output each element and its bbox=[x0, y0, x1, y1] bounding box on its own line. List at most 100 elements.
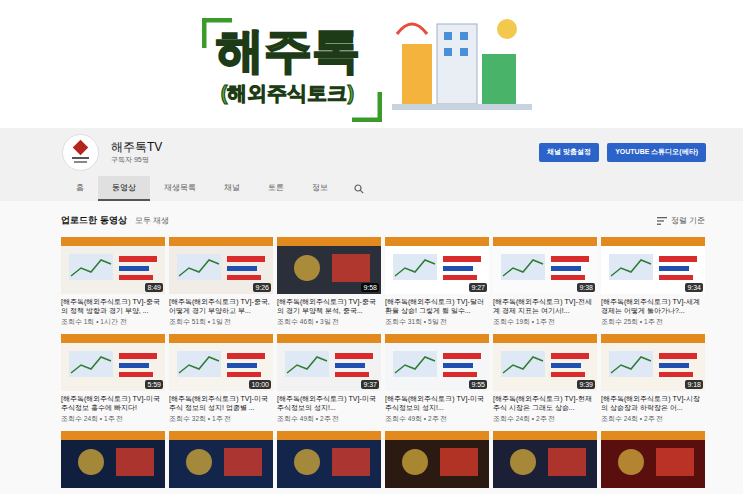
video-thumbnail[interactable]: 9:18 bbox=[601, 334, 705, 391]
video-card[interactable]: 9:37[해주톡(해외주식토크) TV]-미국주식정보의 성지!...조회수 4… bbox=[277, 334, 381, 423]
video-duration: 9:26 bbox=[253, 283, 271, 292]
thumbnail-strip bbox=[385, 237, 489, 246]
video-card[interactable]: 9:26 [해주톡(해외주식토크) TV]-중국, 어떻게 경기 부양하고 부..… bbox=[169, 237, 273, 326]
video-duration: 9:58 bbox=[361, 283, 379, 292]
video-thumbnail[interactable]: 9:34 bbox=[601, 237, 705, 294]
channel-text: 해주톡TV구독자 95명 bbox=[111, 140, 162, 165]
thumbnail-art-icon bbox=[277, 440, 381, 488]
video-card[interactable]: 5:59[해주톡(해외주식토크) TV]-미국주식정보 홍수에 빠지다!조회수 … bbox=[61, 334, 165, 423]
banner-illustration-icon bbox=[382, 4, 542, 124]
channel-name[interactable]: 해주톡TV bbox=[111, 140, 162, 155]
video-thumbnail[interactable]: 5:59 bbox=[61, 334, 165, 391]
video-card[interactable]: 9:38 [해주톡(해외주식토크) TV]-전세계 경제 지표는 여기서!... 조… bbox=[493, 237, 597, 326]
video-title[interactable]: [해주톡(해외주식토크) TV]-중국의 경기 부양책 분석, 중국... bbox=[277, 297, 381, 315]
video-thumbnail[interactable] bbox=[385, 431, 489, 488]
thumbnail-strip bbox=[61, 431, 165, 440]
video-title[interactable]: [해주톡(해외주식토크) TV]-중국의 정책 방향과 경기 부양, ... bbox=[61, 297, 165, 315]
video-meta: 조회수 1회 • 1시간 전 bbox=[61, 317, 165, 326]
video-title[interactable]: [해주톡(해외주식토크) TV]-시장의 상승장과 하락장은 어... bbox=[601, 394, 705, 412]
thumbnail-strip bbox=[601, 237, 705, 246]
video-title[interactable]: [해주톡(해외주식토크) TV]-미국주식정보 홍수에 빠지다! bbox=[61, 394, 165, 412]
video-thumbnail[interactable] bbox=[493, 431, 597, 488]
search-tab[interactable] bbox=[342, 176, 376, 201]
channel-tabs: 홈동영상재생목록채널토론정보 bbox=[0, 176, 743, 201]
video-thumbnail[interactable] bbox=[169, 431, 273, 488]
channel-banner: 해주톡(해외주식토크) bbox=[0, 0, 743, 128]
thumbnail-art-icon bbox=[385, 440, 489, 488]
video-duration: 9:27 bbox=[469, 283, 487, 292]
video-thumbnail[interactable]: 9:55 bbox=[385, 334, 489, 391]
video-card[interactable]: 9:39 [해주톡(해외주식토크) TV]-현재 주식 시장은 그래도 상승...… bbox=[493, 334, 597, 423]
video-thumbnail[interactable] bbox=[61, 431, 165, 488]
thumbnail-strip bbox=[277, 334, 381, 343]
video-duration: 9:38 bbox=[577, 283, 595, 292]
thumbnail-strip bbox=[169, 334, 273, 343]
video-card[interactable] bbox=[169, 431, 273, 488]
channel-button[interactable]: 채널 맞춤설정 bbox=[539, 143, 599, 162]
sort-icon bbox=[657, 217, 667, 225]
channel-tab[interactable]: 토론 bbox=[254, 176, 298, 201]
youtube-channel-page: 해주톡(해외주식토크) 해주톡TV구독자 95명 채널 맞춤설정 YOUTUBE 스튜… bbox=[0, 0, 743, 494]
video-title[interactable]: [해주톡(해외주식토크) TV]-현재 주식 시장은 그래도 상승... bbox=[493, 394, 597, 412]
video-title[interactable]: [해주톡(해외주식토크) TV]-미국주식정보의 성지!... bbox=[277, 394, 381, 412]
video-meta: 조회수 31회 • 5일 전 bbox=[385, 317, 489, 326]
thumbnail-strip bbox=[61, 334, 165, 343]
video-card[interactable]: 9:27 [해주톡(해외주식토크) TV]-달러환율 상승! 그렇게 될 일수..… bbox=[385, 237, 489, 326]
video-card[interactable]: 10:00 [해주톡(해외주식토크) TV]-미국주식 정보의 성지! 업종별 .… bbox=[169, 334, 273, 423]
video-meta: 조회수 49회 • 2주 전 bbox=[385, 414, 489, 423]
video-title[interactable]: [해주톡(해외주식토크) TV]-미국주식정보의 성지!... bbox=[385, 394, 489, 412]
video-meta: 조회수 19회 • 1주 전 bbox=[493, 317, 597, 326]
video-card[interactable]: 9:58 [해주톡(해외주식토크) TV]-중국의 경기 부양책 분석, 중국..… bbox=[277, 237, 381, 326]
video-title[interactable]: [해주톡(해외주식토크) TV]-달러환율 상승! 그렇게 될 일수... bbox=[385, 297, 489, 315]
thumbnail-art-icon bbox=[61, 440, 165, 488]
video-thumbnail[interactable]: 9:27 bbox=[385, 237, 489, 294]
thumbnail-strip bbox=[493, 431, 597, 440]
channel-tab[interactable]: 정보 bbox=[298, 176, 342, 201]
thumbnail-strip bbox=[169, 431, 273, 440]
video-card[interactable] bbox=[493, 431, 597, 488]
video-meta: 조회수 46회 • 3일 전 bbox=[277, 317, 381, 326]
video-thumbnail[interactable] bbox=[601, 431, 705, 488]
channel-tab[interactable]: 동영상 bbox=[98, 176, 150, 201]
video-thumbnail[interactable]: 9:38 bbox=[493, 237, 597, 294]
sort-button[interactable]: 정렬 기준 bbox=[657, 215, 705, 227]
video-title[interactable]: [해주톡(해외주식토크) TV]-미국주식 정보의 성지! 업종별 ... bbox=[169, 394, 273, 412]
video-card[interactable]: 9:55 [해주톡(해외주식토크) TV]-미국주식정보의 성지!... 조회수 4… bbox=[385, 334, 489, 423]
video-title[interactable]: [해주톡(해외주식토크) TV]-중국, 어떻게 경기 부양하고 부... bbox=[169, 297, 273, 315]
video-thumbnail[interactable]: 8:49 bbox=[61, 237, 165, 294]
channel-tab[interactable]: 채널 bbox=[210, 176, 254, 201]
thumbnail-art-icon bbox=[601, 440, 705, 488]
thumbnail-strip bbox=[277, 237, 381, 246]
thumbnail-strip bbox=[61, 237, 165, 246]
video-thumbnail[interactable]: 9:58 bbox=[277, 237, 381, 294]
search-icon[interactable] bbox=[354, 184, 364, 194]
section-header: 업로드한 동영상 모두 재생 정렬 기준 bbox=[61, 213, 705, 229]
channel-tab[interactable]: 홈 bbox=[62, 176, 98, 201]
video-card[interactable] bbox=[385, 431, 489, 488]
video-card[interactable]: 9:34 [해주톡(해외주식토크) TV]-세계 경제는 어떻게 돌아가나?...… bbox=[601, 237, 705, 326]
thumbnail-art-icon bbox=[493, 440, 597, 488]
video-thumbnail[interactable]: 10:00 bbox=[169, 334, 273, 391]
video-title[interactable]: [해주톡(해외주식토크) TV]-세계 경제는 어떻게 돌아가나?... bbox=[601, 297, 705, 315]
video-card[interactable] bbox=[61, 431, 165, 488]
video-card[interactable] bbox=[601, 431, 705, 488]
video-thumbnail[interactable] bbox=[277, 431, 381, 488]
channel-tab[interactable]: 재생목록 bbox=[150, 176, 210, 201]
video-duration: 9:37 bbox=[361, 380, 379, 389]
channel-avatar-icon[interactable] bbox=[62, 134, 99, 171]
play-all-button[interactable]: 모두 재생 bbox=[135, 215, 169, 227]
video-card[interactable]: 9:18[해주톡(해외주식토크) TV]-시장의 상승장과 하락장은 어...조… bbox=[601, 334, 705, 423]
video-title[interactable]: [해주톡(해외주식토크) TV]-전세계 경제 지표는 여기서!... bbox=[493, 297, 597, 315]
video-thumbnail[interactable]: 9:26 bbox=[169, 237, 273, 294]
thumbnail-strip bbox=[601, 334, 705, 343]
channel-button[interactable]: YOUTUBE 스튜디오(베타) bbox=[607, 143, 706, 162]
video-duration: 10:00 bbox=[249, 380, 271, 389]
video-thumbnail[interactable]: 9:37 bbox=[277, 334, 381, 391]
video-card[interactable]: 8:49 [해주톡(해외주식토크) TV]-중국의 정책 방향과 경기 부양, .… bbox=[61, 237, 165, 326]
video-card[interactable] bbox=[277, 431, 381, 488]
section-title: 업로드한 동영상 bbox=[61, 214, 127, 228]
banner-logo: 해주톡(해외주식토크) bbox=[202, 18, 374, 110]
video-thumbnail[interactable]: 9:39 bbox=[493, 334, 597, 391]
thumbnail-strip bbox=[169, 237, 273, 246]
thumbnail-strip bbox=[601, 431, 705, 440]
